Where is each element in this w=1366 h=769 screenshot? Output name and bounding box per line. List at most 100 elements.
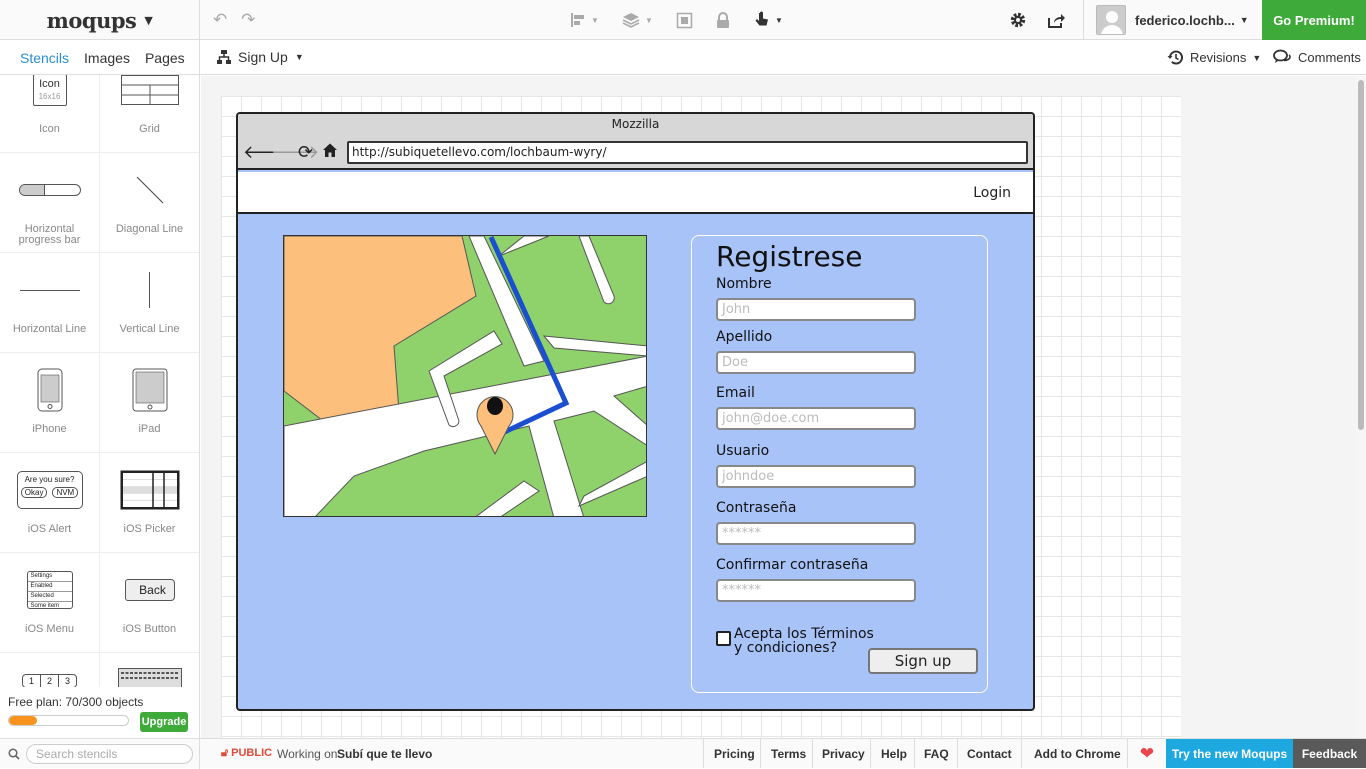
- interaction-icon[interactable]: ▼: [754, 10, 783, 30]
- stencil-pagination[interactable]: 123: [0, 653, 100, 687]
- page-name: Sign Up: [238, 49, 288, 65]
- footer-link-pricing[interactable]: Pricing: [714, 739, 755, 768]
- stencil-label: iOS Menu: [25, 623, 74, 635]
- mockup-navbar: Login: [238, 172, 1033, 214]
- heart-icon[interactable]: ❤: [1128, 739, 1166, 768]
- footer-link-privacy[interactable]: Privacy: [822, 739, 865, 768]
- footer-link-faq[interactable]: FAQ: [924, 739, 949, 768]
- revisions-button[interactable]: Revisions ▼: [1167, 49, 1261, 66]
- stencil-ipad[interactable]: iPad: [100, 353, 199, 453]
- tab-pages[interactable]: Pages: [145, 50, 185, 66]
- scrollbar-thumb[interactable]: [1358, 80, 1364, 430]
- signup-button[interactable]: Sign up: [868, 648, 978, 674]
- project-name: Subí que te llevo: [337, 747, 433, 761]
- settings-icon[interactable]: [1009, 10, 1027, 30]
- stencil-horizontal-progress-bar[interactable]: Horizontal progress bar: [0, 153, 100, 253]
- tab-stencils[interactable]: Stencils: [20, 50, 69, 66]
- terms-checkbox[interactable]: [716, 631, 731, 646]
- vertical-line-preview: [100, 261, 199, 319]
- back-button-shape: Back: [124, 579, 175, 601]
- divider: [870, 739, 871, 768]
- logo-text: moqups: [46, 7, 137, 33]
- visibility-label: PUBLIC: [231, 747, 273, 759]
- nombre-input[interactable]: John: [716, 298, 916, 321]
- stencil-vertical-line[interactable]: Vertical Line: [100, 253, 199, 353]
- stencil-ios-keyboard[interactable]: [100, 653, 199, 687]
- field-label-contrasena: Contraseña: [716, 500, 797, 516]
- tab-images[interactable]: Images: [84, 50, 130, 66]
- footer-link-terms[interactable]: Terms: [771, 739, 806, 768]
- ios-alert-preview: Are you sure? Okay NVM: [0, 461, 99, 519]
- confirm-password-input[interactable]: ******: [716, 579, 916, 602]
- stencil-search: Search stencils: [0, 739, 200, 769]
- visibility-badge[interactable]: 🔓︎ PUBLIC: [221, 747, 272, 760]
- usuario-input[interactable]: johndoe: [716, 465, 916, 488]
- try-new-moqups-button[interactable]: Try the new Moqups: [1166, 739, 1293, 768]
- stencil-grid[interactable]: Grid: [100, 75, 199, 153]
- pagination-preview: 123: [0, 671, 99, 687]
- footer-link-add-to-chrome[interactable]: Add to Chrome: [1034, 739, 1121, 768]
- ios-menu-preview: Settings Enabled Selected Some item: [0, 561, 99, 619]
- comments-button[interactable]: Comments: [1273, 49, 1361, 66]
- lock-icon[interactable]: [716, 10, 730, 30]
- stencil-label: iOS Alert: [27, 523, 72, 535]
- undo-icon[interactable]: ↶: [213, 10, 227, 30]
- footer-link-help[interactable]: Help: [881, 739, 907, 768]
- share-icon[interactable]: [1047, 10, 1066, 30]
- top-bar: moqups ▼ ↶ ↷ ▼ ▼ ▼ federico.lochb... ▼ Go…: [0, 0, 1366, 40]
- plan-text: Free plan: 70/300 objects: [8, 695, 144, 709]
- go-premium-button[interactable]: Go Premium!: [1262, 0, 1366, 40]
- stencil-diagonal-line[interactable]: Diagonal Line: [100, 153, 199, 253]
- terms-line-2: y condiciones?: [734, 640, 838, 656]
- app-logo[interactable]: moqups ▼: [0, 0, 200, 40]
- field-label-apellido: Apellido: [716, 329, 773, 345]
- mockup-map: [283, 235, 647, 517]
- email-input[interactable]: john@doe.com: [716, 407, 916, 430]
- horizontal-line-preview: [0, 261, 99, 319]
- sitemap-icon: [217, 50, 231, 64]
- apellido-input[interactable]: Doe: [716, 351, 916, 374]
- user-menu[interactable]: federico.lochb... ▼: [1083, 0, 1260, 40]
- divider: [812, 739, 813, 768]
- page-selector[interactable]: Sign Up ▼: [216, 49, 304, 65]
- align-icon[interactable]: ▼: [570, 10, 599, 30]
- group-icon[interactable]: [676, 10, 693, 30]
- comments-label: Comments: [1298, 50, 1361, 65]
- redo-icon[interactable]: ↷: [241, 10, 255, 30]
- mockup-login-link: Login: [973, 185, 1011, 201]
- menu-item: Selected: [27, 592, 72, 602]
- plan-progress-fill: [9, 716, 37, 725]
- stencil-ios-alert[interactable]: Are you sure? Okay NVM iOS Alert: [0, 453, 100, 553]
- stencil-horizontal-line[interactable]: Horizontal Line: [0, 253, 100, 353]
- search-input[interactable]: Search stencils: [26, 744, 193, 764]
- stencil-label: Horizontal progress bar: [18, 223, 81, 246]
- stencil-icon[interactable]: Icon 16x16 Icon: [0, 75, 100, 153]
- stencil-ios-menu[interactable]: Settings Enabled Selected Some item iOS Men…: [0, 553, 100, 653]
- mockup-browser-title: Mozzilla: [611, 117, 660, 131]
- stencil-ios-picker[interactable]: iOS Picker: [100, 453, 199, 553]
- stencil-ios-button[interactable]: Back iOS Button: [100, 553, 199, 653]
- feedback-button[interactable]: Feedback: [1293, 739, 1366, 768]
- stencil-iphone[interactable]: iPhone: [0, 353, 100, 453]
- mockup-url-bar: http://subiquetellevo.com/lochbaum-wyry/: [347, 141, 1028, 164]
- back-button-text: Back: [139, 583, 166, 597]
- divider: [957, 739, 958, 768]
- layers-icon[interactable]: ▼: [622, 10, 653, 30]
- menu-item: Enabled: [27, 582, 72, 592]
- password-input[interactable]: ******: [716, 522, 916, 545]
- mockup-browser-window[interactable]: Mozzilla 🡐 🡒 ⟳ http://subiquetellevo.com…: [236, 112, 1035, 711]
- plan-progress-bar: [8, 715, 129, 726]
- stencil-label: iPad: [138, 423, 161, 435]
- page-number: 3: [65, 676, 71, 686]
- home-icon: [322, 142, 338, 163]
- diagonal-line-preview: [100, 161, 199, 219]
- stencil-icon-text: Icon: [39, 78, 60, 90]
- mockup-browser-chrome: Mozzilla 🡐 🡒 ⟳ http://subiquetellevo.com…: [238, 114, 1033, 170]
- page-number: 2: [41, 675, 59, 687]
- unlock-icon: 🔓︎: [221, 747, 229, 759]
- vertical-scrollbar[interactable]: [1356, 76, 1366, 738]
- footer-link-contact[interactable]: Contact: [967, 739, 1012, 768]
- upgrade-button[interactable]: Upgrade: [140, 712, 188, 732]
- stencil-label: Vertical Line: [119, 323, 180, 335]
- comments-icon: [1273, 49, 1291, 63]
